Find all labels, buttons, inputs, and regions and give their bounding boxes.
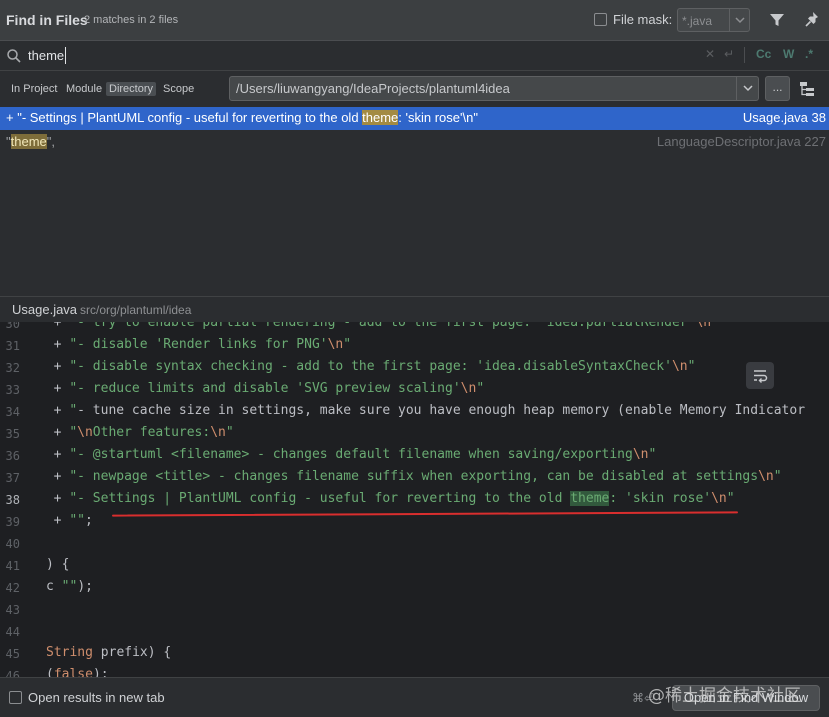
code-line: + ""; <box>53 513 93 528</box>
red-annotation-underline <box>111 511 739 517</box>
clear-icon[interactable]: ✕ <box>705 47 715 61</box>
regex-toggle[interactable]: .* <box>805 47 813 61</box>
preview-file-name: Usage.java <box>12 302 78 317</box>
code-line: c ""); <box>46 579 93 594</box>
code-line: ) { <box>46 557 70 572</box>
line-number: 44 <box>5 625 20 639</box>
tab-module[interactable]: Module <box>63 82 105 96</box>
line-number: 35 <box>5 427 20 441</box>
code-line: (false); <box>46 667 109 677</box>
pin-icon[interactable] <box>804 10 822 30</box>
code-line: + "\nOther features:\n" <box>53 425 234 440</box>
directory-path-value: /Users/liuwangyang/IdeaProjects/plantuml… <box>236 81 510 96</box>
divider <box>744 47 745 63</box>
code-line: + "- reduce limits and disable 'SVG prev… <box>53 381 485 396</box>
result-row[interactable]: "theme", LanguageDescriptor.java 227 <box>0 131 829 154</box>
open-new-tab-checkbox[interactable] <box>9 691 22 704</box>
result-text: "theme", <box>6 134 55 149</box>
result-file: LanguageDescriptor.java 227 <box>656 134 826 149</box>
line-number: 40 <box>5 537 20 551</box>
line-number: 37 <box>5 471 20 485</box>
preview-header: Usage.java src/org/plantuml/idea <box>0 296 829 322</box>
line-number: 43 <box>5 603 20 617</box>
text-caret <box>65 47 66 64</box>
result-prefix: " <box>6 134 11 149</box>
code-line: String prefix) { <box>46 645 172 660</box>
line-number: 33 <box>5 383 20 397</box>
result-suffix: : 'skin rose'\n" <box>398 110 478 125</box>
line-number: 46 <box>5 669 20 677</box>
result-row-selected[interactable]: + "- Settings | PlantUML config - useful… <box>0 107 829 130</box>
filter-icon[interactable] <box>768 11 786 29</box>
code-line: + "- @startuml <filename> - changes defa… <box>53 447 657 462</box>
code-line: + "- newpage <title> - changes filename … <box>53 469 782 484</box>
tab-directory[interactable]: Directory <box>106 82 157 96</box>
result-file: Usage.java 38 <box>742 110 826 125</box>
line-number: 41 <box>5 559 20 573</box>
line-number: 32 <box>5 361 20 375</box>
footer-bar: Open results in new tab ⌘⏎ Open in Find … <box>0 677 829 717</box>
search-bar: theme ✕ ↵ Cc W .* <box>0 41 829 71</box>
title-bar: Find in Files 2 matches in 2 files File … <box>0 0 829 41</box>
search-icon <box>6 48 22 64</box>
open-new-tab-label: Open results in new tab <box>28 690 165 705</box>
watermark: @稀土掘金技术社区 <box>648 686 801 706</box>
match-count: 2 matches in 2 files <box>84 14 179 26</box>
result-suffix: ", <box>46 134 55 149</box>
code-line: + "- Settings | PlantUML config - useful… <box>53 491 735 506</box>
match-highlight: theme <box>362 110 399 125</box>
directory-path-input[interactable]: /Users/liuwangyang/IdeaProjects/plantuml… <box>229 76 759 101</box>
file-mask-label: File mask: <box>613 12 673 27</box>
line-number-gutter: 30 31 32 33 34 35 36 37 38 39 40 41 42 43 44 45 46 <box>0 322 36 677</box>
results-list: + "- Settings | PlantUML config - useful… <box>0 107 829 296</box>
result-prefix: + "- Settings | PlantUML config - useful… <box>6 110 363 125</box>
line-number: 38 <box>5 493 20 507</box>
scope-bar: In Project Module Directory Scope /Users… <box>0 71 829 107</box>
recursive-tree-icon[interactable] <box>798 80 816 98</box>
result-text: + "- Settings | PlantUML config - useful… <box>6 110 478 125</box>
tab-scope[interactable]: Scope <box>160 82 197 96</box>
line-number: 36 <box>5 449 20 463</box>
file-mask-value: *.java <box>682 14 713 28</box>
line-number: 42 <box>5 581 20 595</box>
browse-button[interactable]: ... <box>765 76 790 101</box>
dialog-title: Find in Files <box>6 12 88 28</box>
match-case-toggle[interactable]: Cc <box>756 47 771 61</box>
chevron-down-icon[interactable] <box>729 9 749 31</box>
code-line: + "- tune cache size in settings, make s… <box>53 403 806 418</box>
preview-file-path: src/org/plantuml/idea <box>80 303 192 317</box>
line-number: 31 <box>5 339 20 353</box>
newline-icon[interactable]: ↵ <box>724 47 734 61</box>
search-input[interactable]: theme <box>28 48 64 63</box>
file-mask-input[interactable]: *.java <box>677 8 750 32</box>
code-line: + "- try to enable partial rendering - a… <box>53 322 719 330</box>
file-mask-checkbox[interactable] <box>594 13 607 26</box>
chevron-down-icon[interactable] <box>736 77 758 100</box>
soft-wrap-icon[interactable] <box>746 362 774 389</box>
code-preview[interactable]: 30 31 32 33 34 35 36 37 38 39 40 41 42 43 44 45 46 + "- … <box>0 322 829 677</box>
line-number: 39 <box>5 515 20 529</box>
code-line: + "- disable 'Render links for PNG'\n" <box>53 337 352 352</box>
whole-words-toggle[interactable]: W <box>783 47 794 61</box>
tab-in-project[interactable]: In Project <box>8 82 60 96</box>
code-line: + "- disable syntax checking - add to th… <box>53 359 696 374</box>
line-number: 45 <box>5 647 20 661</box>
match-highlight: theme <box>10 134 47 149</box>
line-number: 30 <box>5 322 20 331</box>
line-number: 34 <box>5 405 20 419</box>
